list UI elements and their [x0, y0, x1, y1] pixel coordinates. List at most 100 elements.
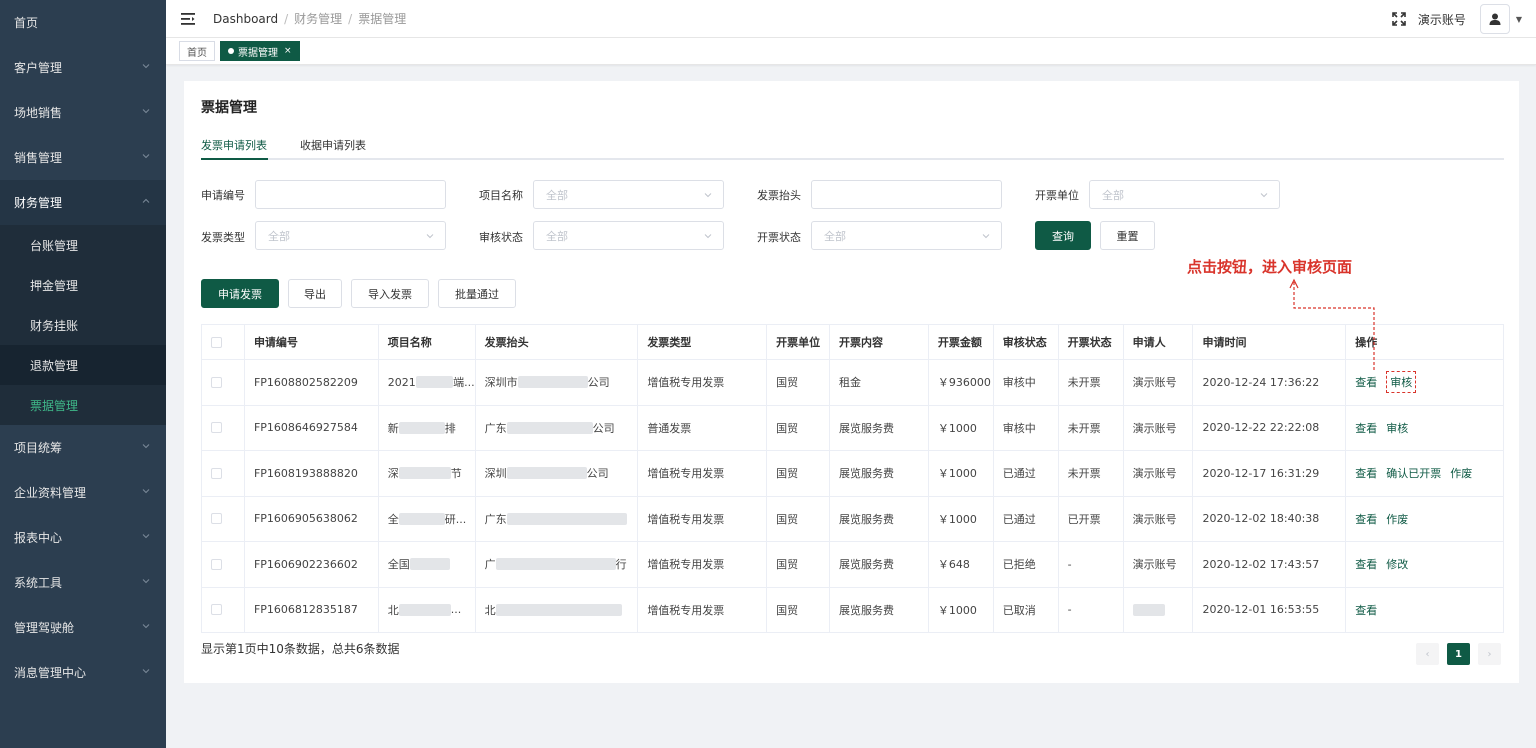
- applicant-cell: 演示账号: [1124, 405, 1194, 450]
- confirm-issued-link[interactable]: 确认已开票: [1386, 465, 1441, 481]
- void-link[interactable]: 作废: [1450, 465, 1472, 481]
- issue-status-cell: -: [1059, 587, 1124, 632]
- row-checkbox[interactable]: [211, 376, 222, 388]
- avatar[interactable]: [1479, 4, 1510, 34]
- view-link[interactable]: 查看: [1355, 465, 1377, 481]
- row-select-cell: [202, 451, 245, 496]
- chevron-down-icon: [142, 442, 150, 450]
- sidebar-item-refund[interactable]: 退款管理: [0, 345, 166, 385]
- select-all-cell: [202, 325, 245, 359]
- row-checkbox[interactable]: [211, 604, 222, 616]
- sidebar-item-invoice[interactable]: 票据管理: [0, 385, 166, 425]
- tag-invoice[interactable]: 票据管理 ×: [220, 41, 300, 61]
- sidebar-item-home[interactable]: 首页: [0, 0, 166, 45]
- content-cell: 租金: [830, 360, 929, 405]
- void-link[interactable]: 作废: [1386, 511, 1408, 527]
- row-checkbox[interactable]: [211, 422, 222, 434]
- column-header[interactable]: 发票类型: [638, 325, 768, 359]
- pagination-summary: 显示第1页中10条数据，总共6条数据: [201, 642, 400, 656]
- view-link[interactable]: 查看: [1355, 556, 1377, 572]
- account-name[interactable]: 演示账号: [1418, 11, 1466, 28]
- view-link[interactable]: 查看: [1355, 374, 1377, 390]
- row-checkbox[interactable]: [211, 558, 222, 570]
- column-header[interactable]: 开票金额: [929, 325, 994, 359]
- table-header-row: 申请编号 项目名称 发票抬头 发票类型 开票单位 开票内容 开票金额 审核状态 …: [202, 325, 1503, 360]
- column-header[interactable]: 申请时间: [1193, 325, 1347, 359]
- invoice-title-input[interactable]: [811, 180, 1002, 209]
- apply-no-label: 申请编号: [201, 189, 245, 202]
- column-header[interactable]: 审核状态: [994, 325, 1059, 359]
- fullscreen-icon[interactable]: [1392, 12, 1406, 26]
- column-header[interactable]: 发票抬头: [476, 325, 639, 359]
- row-checkbox[interactable]: [211, 513, 222, 525]
- sidebar-item-sales[interactable]: 销售管理: [0, 135, 166, 180]
- close-icon[interactable]: ×: [284, 46, 292, 56]
- view-link[interactable]: 查看: [1355, 511, 1377, 527]
- title-tail: 公司: [587, 376, 610, 390]
- sidebar-item-tools[interactable]: 系统工具: [0, 560, 166, 605]
- sidebar-item-finance[interactable]: 财务管理: [0, 180, 166, 225]
- column-header[interactable]: 开票单位: [767, 325, 831, 359]
- issue-status-cell: 未开票: [1059, 451, 1124, 496]
- title-cell: 广东: [476, 496, 639, 541]
- select-all-checkbox[interactable]: [211, 336, 222, 348]
- review-status-select[interactable]: 全部: [533, 221, 724, 250]
- applicant-cell: 演示账号: [1124, 451, 1194, 496]
- next-page-button[interactable]: ›: [1478, 643, 1501, 665]
- tag-home[interactable]: 首页: [179, 41, 215, 61]
- column-header[interactable]: 申请人: [1124, 325, 1194, 359]
- breadcrumb-separator: /: [348, 11, 353, 26]
- invoice-status-select[interactable]: 全部: [811, 221, 1002, 250]
- row-checkbox[interactable]: [211, 467, 222, 479]
- reset-button[interactable]: 重置: [1100, 221, 1155, 250]
- tab-invoice-apply-list[interactable]: 发票申请列表: [201, 137, 267, 153]
- redacted-block: [398, 603, 451, 616]
- apply-no-cell: FP1606905638062: [245, 496, 379, 541]
- sidebar-item-project[interactable]: 项目统筹: [0, 425, 166, 470]
- row-select-cell: [202, 587, 245, 632]
- column-header[interactable]: 开票状态: [1059, 325, 1124, 359]
- search-button[interactable]: 查询: [1035, 221, 1091, 250]
- view-link[interactable]: 查看: [1355, 420, 1377, 436]
- prev-page-button[interactable]: ‹: [1416, 643, 1439, 665]
- apply-no-cell: FP1606812835187: [245, 587, 379, 632]
- edit-link[interactable]: 修改: [1386, 556, 1408, 572]
- sidebar-item-pending-account[interactable]: 财务挂账: [0, 305, 166, 345]
- pagination: ‹ 1 ›: [1408, 643, 1501, 665]
- sidebar-item-ledger[interactable]: 台账管理: [0, 225, 166, 265]
- hamburger-icon[interactable]: [181, 12, 195, 25]
- apply-no-input[interactable]: [255, 180, 446, 209]
- column-header[interactable]: 开票内容: [830, 325, 929, 359]
- sidebar-item-reports[interactable]: 报表中心: [0, 515, 166, 560]
- sidebar-item-customer[interactable]: 客户管理: [0, 45, 166, 90]
- page-number-button[interactable]: 1: [1447, 643, 1470, 665]
- tag-label: 首页: [187, 47, 207, 59]
- apply-invoice-button[interactable]: 申请发票: [201, 279, 279, 308]
- ops-cell: 查看 审核: [1346, 360, 1503, 405]
- issuing-unit-select[interactable]: 全部: [1089, 180, 1280, 209]
- caret-down-icon[interactable]: ▼: [1516, 15, 1522, 24]
- batch-approve-button[interactable]: 批量通过: [438, 279, 516, 308]
- chevron-down-icon: [142, 107, 150, 115]
- unit-cell: 国贸: [767, 587, 831, 632]
- view-link[interactable]: 查看: [1355, 602, 1377, 618]
- audit-link[interactable]: 审核: [1386, 371, 1417, 394]
- sidebar-item-cockpit[interactable]: 管理驾驶舱: [0, 605, 166, 650]
- sidebar-item-label: 台账管理: [30, 238, 79, 253]
- invoice-table: 申请编号 项目名称 发票抬头 发票类型 开票单位 开票内容 开票金额 审核状态 …: [201, 324, 1504, 633]
- sidebar-item-enterprise[interactable]: 企业资料管理: [0, 470, 166, 515]
- issue-status-cell: 未开票: [1059, 360, 1124, 405]
- breadcrumb-dashboard[interactable]: Dashboard: [213, 12, 278, 26]
- column-header[interactable]: 项目名称: [379, 325, 476, 359]
- sidebar-item-messages[interactable]: 消息管理中心: [0, 650, 166, 695]
- sidebar-item-venue-sales[interactable]: 场地销售: [0, 90, 166, 135]
- project-name-select[interactable]: 全部: [533, 180, 724, 209]
- export-button[interactable]: 导出: [288, 279, 342, 308]
- audit-link[interactable]: 审核: [1386, 420, 1408, 436]
- column-header[interactable]: 申请编号: [245, 325, 379, 359]
- invoice-type-select[interactable]: 全部: [255, 221, 446, 250]
- title-cell: 深圳市 公司: [476, 360, 639, 405]
- import-invoice-button[interactable]: 导入发票: [351, 279, 429, 308]
- sidebar-item-deposit[interactable]: 押金管理: [0, 265, 166, 305]
- tab-receipt-apply-list[interactable]: 收据申请列表: [300, 137, 366, 153]
